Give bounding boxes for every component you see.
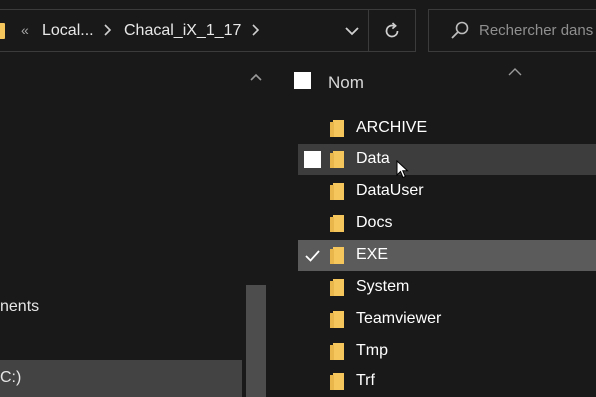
folder-icon <box>330 279 344 296</box>
nav-item-documents[interactable]: nents <box>0 298 39 316</box>
nav-item-label: C:) <box>0 369 22 386</box>
checkmark-icon <box>305 250 320 262</box>
list-item-tmp[interactable]: Tmp <box>298 336 596 367</box>
row-checkbox[interactable] <box>304 151 321 168</box>
chevron-right-icon[interactable] <box>251 23 261 40</box>
chevron-right-icon[interactable] <box>103 23 113 40</box>
item-name: Tmp <box>356 342 388 359</box>
address-bar[interactable]: « Local... Chacal_iX_1_17 <box>0 9 416 52</box>
file-list: Nom ARCHIVE Data DataUser Docs EXE Syste… <box>270 63 596 397</box>
nav-scrollbar[interactable] <box>242 63 270 397</box>
breadcrumb-item-local[interactable]: Local... <box>42 22 94 40</box>
item-name: ARCHIVE <box>356 119 428 136</box>
column-header-name[interactable]: Nom <box>328 73 364 93</box>
list-item-archive[interactable]: ARCHIVE <box>298 113 596 144</box>
top-bar: « Local... Chacal_iX_1_17 <box>0 0 596 63</box>
chevron-up-icon[interactable] <box>250 69 262 81</box>
refresh-button[interactable] <box>371 10 413 51</box>
item-name: System <box>356 278 410 295</box>
navigation-pane: nents C:) <box>0 63 270 397</box>
list-item-system[interactable]: System <box>298 272 596 303</box>
breadcrumb-item-current[interactable]: Chacal_iX_1_17 <box>124 22 241 40</box>
item-name: Data <box>356 150 390 167</box>
folder-icon <box>330 120 344 137</box>
select-all-checkbox[interactable] <box>294 72 311 89</box>
search-icon <box>449 20 471 42</box>
folder-icon <box>330 151 344 168</box>
folder-icon <box>330 247 344 264</box>
folder-icon <box>330 311 344 328</box>
chevron-down-icon[interactable] <box>341 21 363 41</box>
mouse-cursor-icon <box>396 159 410 180</box>
list-item-datauser[interactable]: DataUser <box>298 176 596 207</box>
sort-ascending-icon <box>508 63 522 76</box>
list-item-data[interactable]: Data <box>298 144 596 175</box>
search-input[interactable] <box>479 19 596 41</box>
item-name: Docs <box>356 214 393 231</box>
breadcrumb-overflow[interactable]: « <box>21 22 29 38</box>
divider <box>368 10 369 51</box>
item-name: Trf <box>356 372 375 389</box>
scrollbar-thumb[interactable] <box>246 285 266 397</box>
item-name: EXE <box>356 246 389 263</box>
list-item-trf[interactable]: Trf <box>298 366 596 397</box>
folder-icon <box>330 373 344 390</box>
search-box[interactable] <box>428 9 596 52</box>
list-item-teamviewer[interactable]: Teamviewer <box>298 304 596 335</box>
folder-icon <box>330 343 344 360</box>
folder-icon <box>330 183 344 200</box>
folder-icon <box>330 215 344 232</box>
item-name: DataUser <box>356 182 424 199</box>
item-name: Teamviewer <box>356 310 442 327</box>
row-checkbox-checked[interactable] <box>304 247 321 264</box>
refresh-icon <box>385 21 399 37</box>
nav-item-drive-c[interactable]: C:) <box>0 360 242 397</box>
list-item-docs[interactable]: Docs <box>298 208 596 239</box>
list-item-exe[interactable]: EXE <box>298 240 596 271</box>
folder-icon <box>0 23 5 39</box>
